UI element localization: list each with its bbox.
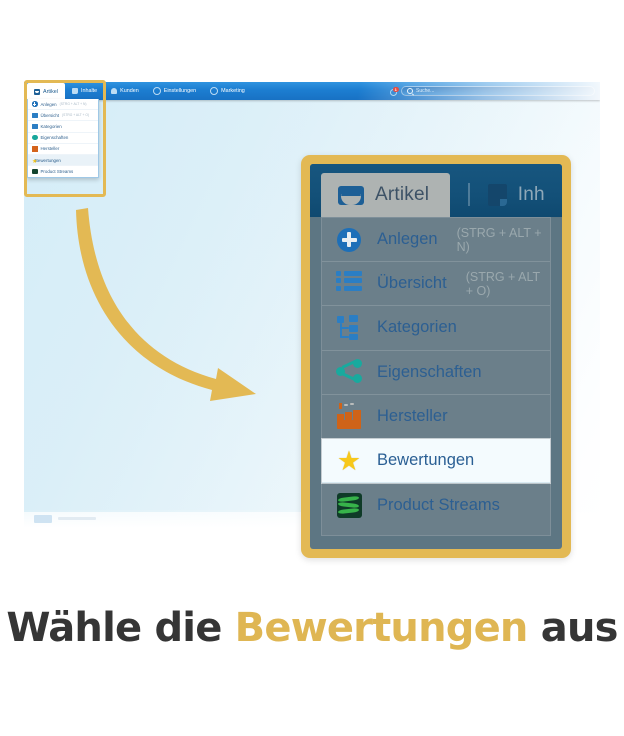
menu-item-label: Eigenschaften [40, 135, 69, 141]
users-icon [111, 88, 118, 94]
menu-item-bewertungen[interactable]: ★ Bewertungen [28, 154, 98, 167]
menu-item-eigenschaften[interactable]: Eigenschaften [28, 133, 98, 144]
nav-tab-label: Artikel [43, 88, 58, 95]
nav-tab-label: Marketing [221, 88, 245, 94]
zoom-menu-item-label: Product Streams [377, 495, 500, 514]
menu-item-shortcut: (STRG + ALT + O) [62, 113, 90, 118]
nav-tab-kunden[interactable]: Kunden [104, 82, 146, 100]
nav-right-group: 1 Suche... [390, 82, 600, 100]
zoom-menu-item-product-streams[interactable]: Product Streams [322, 483, 550, 527]
nav-divider [468, 183, 470, 206]
zoom-nav-tab-label: Inh [517, 184, 545, 205]
zoom-menu-item-hersteller[interactable]: Hersteller [322, 395, 550, 439]
zoom-menu-item-bewertungen[interactable]: ★ Bewertungen [322, 438, 550, 484]
zoom-menu-item-label: Kategorien [377, 318, 457, 337]
nav-tab-label: Kunden [120, 88, 139, 94]
nav-tab-label: Einstellungen [163, 88, 197, 94]
menu-item-product-streams[interactable]: Product Streams [28, 166, 98, 177]
list-icon [32, 112, 38, 119]
search-placeholder: Suche... [416, 88, 435, 94]
share-icon [32, 134, 38, 141]
search-icon [407, 88, 413, 94]
caption-prefix: Wähle die [6, 605, 222, 651]
zoom-menu-item-label: Eigenschaften [377, 362, 482, 381]
menu-item-hersteller[interactable]: Hersteller [28, 144, 98, 155]
zoom-menu-item-eigenschaften[interactable]: Eigenschaften [322, 351, 550, 395]
zoom-menu-item-label: Hersteller [377, 406, 448, 425]
inbox-icon [338, 185, 364, 205]
menu-item-label: Anlegen [40, 101, 57, 107]
share-icon [336, 359, 362, 385]
sitemap-icon [32, 123, 38, 130]
factory-icon [32, 146, 38, 152]
zoom-menu-item-kategorien[interactable]: Kategorien [322, 306, 550, 351]
zoom-nav-tab-inhalte[interactable]: Inh [487, 184, 545, 206]
nav-tab-inhalte[interactable]: Inhalte [65, 82, 104, 100]
sitemap-icon [336, 314, 362, 341]
zoom-nav-tab-label: Artikel [375, 184, 430, 205]
nav-tab-artikel[interactable]: Artikel [27, 83, 65, 100]
menu-item-shortcut: (STRG + ALT + N) [59, 102, 87, 107]
caption: Wähle die Bewertungen aus [0, 605, 624, 651]
top-navigation-bar: Artikel Inhalte Kunden Einstellungen Mar… [24, 82, 600, 100]
document-icon [487, 184, 507, 206]
document-icon [71, 88, 78, 94]
star-icon: ★ [336, 445, 362, 476]
menu-item-label: Bewertungen [35, 157, 61, 163]
menu-item-label: Kategorien [40, 123, 62, 129]
nav-tab-label: Inhalte [80, 88, 98, 94]
nav-tab-einstellungen[interactable]: Einstellungen [146, 82, 203, 100]
menu-item-label: Übersicht [40, 112, 60, 118]
zoom-nav-tab-artikel[interactable]: Artikel [321, 173, 451, 217]
zoom-menu-item-shortcut: (STRG + ALT + N) [456, 225, 542, 254]
menu-item-uebersicht[interactable]: Übersicht (STRG + ALT + O) [28, 110, 98, 122]
factory-icon [336, 403, 362, 430]
menu-item-label: Product Streams [40, 169, 74, 175]
artikel-dropdown-menu: Anlegen (STRG + ALT + N) Übersicht (STRG… [27, 99, 99, 179]
menu-item-kategorien[interactable]: Kategorien [28, 121, 98, 133]
zoom-menu-item-shortcut: (STRG + ALT + O) [465, 269, 540, 298]
notification-button[interactable]: 1 [390, 86, 399, 96]
menu-item-label: Hersteller [40, 146, 60, 152]
zoom-menu-item-uebersicht[interactable]: Übersicht (STRG + ALT + O) [322, 262, 550, 307]
zoom-artikel-dropdown-menu: Anlegen (STRG + ALT + N) Übersicht (STRG… [321, 217, 551, 536]
refresh-icon [210, 87, 219, 95]
menu-item-anlegen[interactable]: Anlegen (STRG + ALT + N) [28, 99, 98, 111]
list-icon [336, 270, 362, 297]
notification-badge: 1 [393, 86, 399, 92]
nav-tab-marketing[interactable]: Marketing [203, 82, 252, 100]
caption-suffix: aus [540, 605, 619, 651]
zoom-callout-content: Artikel Inh Anlegen (STRG + ALT + N) Übe… [310, 164, 562, 549]
gear-icon [152, 87, 161, 95]
zoom-menu-item-label: Bewertungen [377, 451, 475, 470]
zoom-menu-item-label: Anlegen [377, 230, 438, 249]
zoom-callout-panel: Artikel Inh Anlegen (STRG + ALT + N) Übe… [301, 155, 571, 558]
stream-icon [32, 168, 38, 175]
stream-icon [336, 492, 362, 518]
search-input[interactable]: Suche... [401, 86, 595, 96]
plus-circle-icon [32, 101, 38, 107]
zoom-top-navigation-bar: Artikel Inh [310, 164, 562, 217]
zoom-menu-item-anlegen[interactable]: Anlegen (STRG + ALT + N) [322, 218, 550, 263]
caption-highlight: Bewertungen [234, 605, 529, 651]
inbox-icon [34, 88, 40, 95]
zoom-menu-item-label: Übersicht [377, 274, 447, 293]
plus-circle-icon [336, 227, 362, 253]
